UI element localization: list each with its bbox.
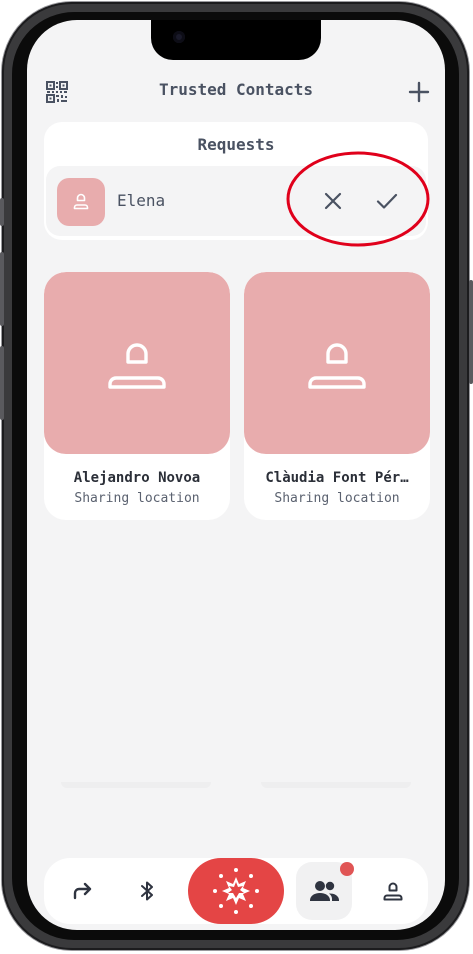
share-arrow-icon <box>73 882 92 900</box>
person-icon <box>57 178 105 226</box>
nav-share-button[interactable] <box>68 876 98 906</box>
close-icon <box>324 192 342 210</box>
request-item: Elena <box>46 166 426 236</box>
faded-card-edge <box>61 782 211 788</box>
bluetooth-icon <box>141 881 153 901</box>
requests-title: Requests <box>197 135 275 154</box>
contact-status: Sharing location <box>274 491 400 506</box>
nav-profile-button[interactable] <box>378 876 408 906</box>
person-icon <box>308 343 366 389</box>
volume-up-button <box>0 252 4 326</box>
nav-bluetooth-button[interactable] <box>132 876 162 906</box>
notification-badge <box>340 862 354 876</box>
plus-icon <box>408 81 430 103</box>
contact-avatar <box>244 272 430 454</box>
sos-alert-icon <box>213 868 259 914</box>
contact-name: Clàudia Font Pér… <box>265 470 409 486</box>
front-camera <box>173 31 185 43</box>
contact-card[interactable]: Alejandro Novoa Sharing location <box>44 272 230 520</box>
app-header: Trusted Contacts <box>27 70 445 114</box>
app-screen: Trusted Contacts Requests Elena Alejandr… <box>27 20 445 930</box>
contact-card[interactable]: Clàudia Font Pér… Sharing location <box>244 272 430 520</box>
power-button <box>469 280 473 384</box>
contact-avatar <box>44 272 230 454</box>
add-contact-button[interactable] <box>405 78 433 106</box>
reject-request-button[interactable] <box>318 186 348 216</box>
page-title: Trusted Contacts <box>158 80 314 99</box>
accept-request-button[interactable] <box>372 186 402 216</box>
contact-status: Sharing location <box>74 491 200 506</box>
volume-down-button <box>0 346 4 420</box>
bottom-navigation <box>44 858 428 924</box>
requests-card: Requests Elena <box>44 122 428 240</box>
check-icon <box>376 193 398 209</box>
faded-card-edge <box>261 782 411 788</box>
sos-button[interactable] <box>188 858 284 924</box>
request-name: Elena <box>117 191 166 210</box>
person-icon <box>108 343 166 389</box>
profile-icon <box>383 882 403 901</box>
notch <box>151 20 321 60</box>
mute-switch <box>0 198 4 226</box>
contact-name: Alejandro Novoa <box>73 470 201 486</box>
